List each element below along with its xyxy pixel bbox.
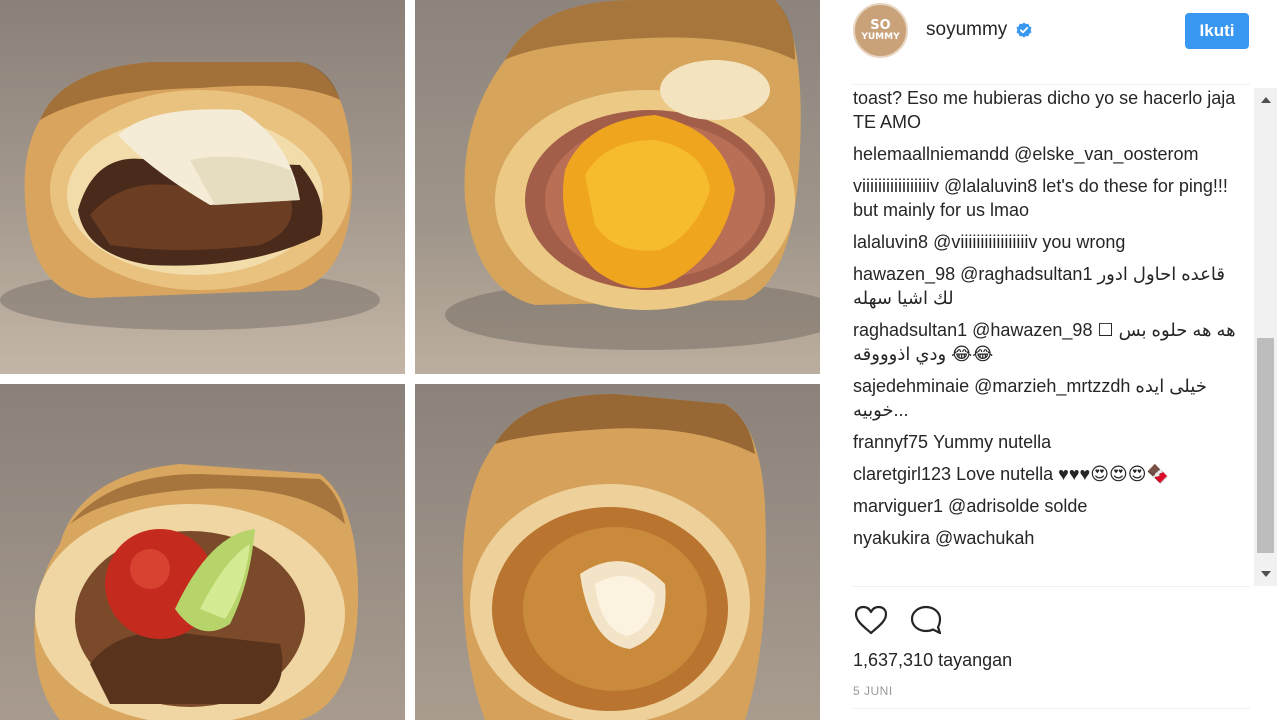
- comment-username[interactable]: lalaluvin8: [853, 232, 928, 252]
- comments-scrollbar[interactable]: [1254, 88, 1277, 586]
- comment-text: @elske_van_oosterom: [1014, 144, 1199, 164]
- header-divider: [853, 84, 1250, 85]
- post-header: SO YUMMY soyummy Ikuti: [820, 0, 1280, 62]
- comments-divider: [853, 586, 1250, 587]
- comment-text: toast? Eso me hubieras dicho yo se hacer…: [853, 88, 1236, 132]
- comment-username[interactable]: marviguer1: [853, 496, 943, 516]
- comment-bubble-icon[interactable]: [908, 602, 944, 638]
- post-details-panel: SO YUMMY soyummy Ikuti toast? Eso me hub…: [820, 0, 1280, 720]
- comments-list[interactable]: toast? Eso me hubieras dicho yo se hacer…: [853, 86, 1250, 586]
- comment-item: raghadsultan1 @hawazen_98 ☐ هه هه حلوه بس…: [853, 318, 1250, 366]
- photo-nutella-banana-roll: [0, 0, 405, 374]
- footer-divider: [853, 708, 1250, 709]
- comment-text: Love nutella ♥♥♥😍😍😍🍫: [956, 464, 1169, 484]
- scrollbar-thumb[interactable]: [1257, 338, 1274, 553]
- follow-button[interactable]: Ikuti: [1185, 13, 1249, 49]
- comment-text: @adrisolde solde: [948, 496, 1088, 516]
- comment-item: lalaluvin8 @viiiiiiiiiiiiiiiiiv you wrong: [853, 230, 1250, 254]
- comment-item: nyakukira @wachukah: [853, 526, 1250, 550]
- avatar[interactable]: SO YUMMY: [853, 3, 908, 58]
- comment-item: hawazen_98 @raghadsultan1 قاعده احاول ادو…: [853, 262, 1250, 310]
- comment-item: viiiiiiiiiiiiiiiiiv @lalaluvin8 let's do …: [853, 174, 1250, 222]
- arrow-up-icon[interactable]: [1254, 88, 1277, 112]
- photo-tomato-lettuce-roll: [0, 384, 405, 720]
- comment-username[interactable]: frannyf75: [853, 432, 928, 452]
- photo-ham-cheese-roll: [415, 0, 820, 374]
- comment-text: Yummy nutella: [933, 432, 1052, 452]
- post-date[interactable]: 5 JUNI: [853, 684, 893, 698]
- comment-username[interactable]: viiiiiiiiiiiiiiiiiv: [853, 176, 939, 196]
- comment-item: toast? Eso me hubieras dicho yo se hacer…: [853, 86, 1250, 134]
- comment-username[interactable]: raghadsultan1: [853, 320, 967, 340]
- comment-username[interactable]: sajedehminaie: [853, 376, 969, 396]
- arrow-down-icon[interactable]: [1254, 562, 1277, 586]
- verified-badge-icon: [1016, 22, 1032, 38]
- avatar-logo-text: SO YUMMY: [861, 18, 900, 42]
- username[interactable]: soyummy: [926, 19, 1007, 41]
- comment-username[interactable]: helemaallniemandd: [853, 144, 1009, 164]
- comment-item: sajedehminaie @marzieh_mrtzzdh خیلی ایده …: [853, 374, 1250, 422]
- photo-chicken-roll: [415, 384, 820, 720]
- comment-text: @viiiiiiiiiiiiiiiiiv you wrong: [933, 232, 1126, 252]
- comment-item: helemaallniemandd @elske_van_oosterom: [853, 142, 1250, 166]
- comment-username[interactable]: claretgirl123: [853, 464, 951, 484]
- heart-icon[interactable]: [853, 602, 889, 638]
- post-media-collage[interactable]: [0, 0, 820, 720]
- view-count[interactable]: 1,637,310 tayangan: [853, 650, 1012, 671]
- comment-username[interactable]: nyakukira: [853, 528, 930, 548]
- comment-text: @wachukah: [935, 528, 1035, 548]
- comment-item: marviguer1 @adrisolde solde: [853, 494, 1250, 518]
- comment-username[interactable]: hawazen_98: [853, 264, 955, 284]
- comment-item: claretgirl123 Love nutella ♥♥♥😍😍😍🍫: [853, 462, 1250, 486]
- comment-item: frannyf75 Yummy nutella: [853, 430, 1250, 454]
